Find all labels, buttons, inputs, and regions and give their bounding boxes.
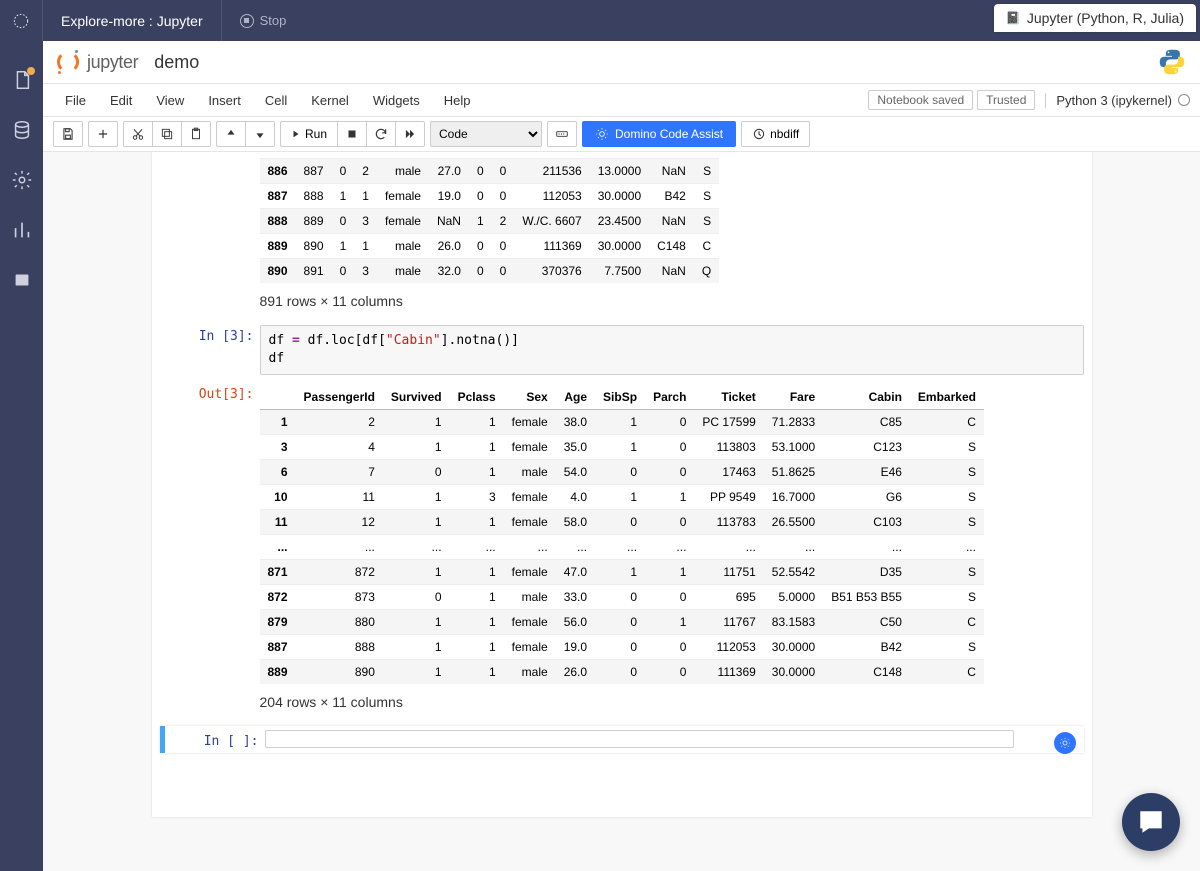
restart-button[interactable] xyxy=(366,121,396,147)
doc-icon[interactable] xyxy=(11,269,33,291)
kernel-indicator[interactable]: Python 3 (ipykernel) xyxy=(1045,93,1190,108)
domino-logo-icon[interactable] xyxy=(0,0,43,41)
settings-icon[interactable] xyxy=(11,169,33,191)
cell-type-select[interactable]: Code xyxy=(430,121,542,147)
input-prompt-empty: In [ ]: xyxy=(165,730,265,749)
move-up-button[interactable] xyxy=(216,121,246,147)
output-cell-prev: 88688702male27.00021153613.0000NaNS88788… xyxy=(152,152,1092,321)
insert-below-button[interactable] xyxy=(88,121,118,147)
dataframe-summary-1: 891 rows × 11 columns xyxy=(260,293,1084,309)
table-row: 88888903femaleNaN12W./C. 660723.4500NaNS xyxy=(260,209,720,234)
files-icon[interactable] xyxy=(11,69,33,91)
dataframe-table-1: 88688702male27.00021153613.0000NaNS88788… xyxy=(260,158,720,283)
workspace-tab[interactable]: Explore-more : Jupyter xyxy=(43,0,222,41)
command-palette-button[interactable] xyxy=(547,121,577,147)
database-icon[interactable] xyxy=(11,119,33,141)
menu-file[interactable]: File xyxy=(53,89,98,112)
table-row: 111211female58.00011378326.5500C103S xyxy=(260,510,984,535)
code-input-empty[interactable] xyxy=(265,730,1014,748)
cut-button[interactable] xyxy=(123,121,153,147)
output-prompt-3: Out[3]: xyxy=(160,383,260,718)
table-row: 89089103male32.0003703767.7500NaNQ xyxy=(260,259,720,284)
paste-button[interactable] xyxy=(181,121,211,147)
kernel-status-icon xyxy=(1178,94,1190,106)
menu-kernel[interactable]: Kernel xyxy=(299,89,361,112)
analytics-icon[interactable] xyxy=(11,219,33,241)
topbar: Explore-more : Jupyter Stop 📓 Jupyter (P… xyxy=(0,0,1200,41)
table-row: 88788811female19.00011205330.0000B42S xyxy=(260,184,720,209)
stop-button[interactable]: Stop xyxy=(222,13,305,28)
menubar: File Edit View Insert Cell Kernel Widget… xyxy=(43,84,1200,117)
interrupt-button[interactable] xyxy=(337,121,367,147)
menu-help[interactable]: Help xyxy=(432,89,483,112)
jupyter-header: jupyter demo xyxy=(43,41,1200,84)
nbdiff-button[interactable]: nbdiff xyxy=(741,121,810,147)
workspace-title: Explore-more : Jupyter xyxy=(61,13,203,29)
output-cell-3: Out[3]: PassengerIdSurvivedPclassSexAgeS… xyxy=(152,379,1092,722)
dataframe-table-2: PassengerIdSurvivedPclassSexAgeSibSpParc… xyxy=(260,385,984,684)
app-chip-label: Jupyter (Python, R, Julia) xyxy=(1027,10,1184,26)
dataframe-summary-2: 204 rows × 11 columns xyxy=(260,694,1084,710)
stop-label: Stop xyxy=(260,13,287,28)
menu-edit[interactable]: Edit xyxy=(98,89,144,112)
table-row: 88688702male27.00021153613.0000NaNS xyxy=(260,159,720,184)
table-row: 87287301male33.0006955.0000B51 B53 B55S xyxy=(260,585,984,610)
menu-cell[interactable]: Cell xyxy=(253,89,299,112)
domino-code-assist-button[interactable]: Domino Code Assist xyxy=(582,121,736,147)
menu-insert[interactable]: Insert xyxy=(196,89,253,112)
code-cell-empty[interactable]: In [ ]: xyxy=(160,726,1084,753)
notebook-name[interactable]: demo xyxy=(154,52,199,73)
notification-dot xyxy=(27,67,35,75)
input-prompt-3: In [3]: xyxy=(160,325,260,375)
kernel-name: Python 3 (ipykernel) xyxy=(1056,93,1172,108)
menu-widgets[interactable]: Widgets xyxy=(361,89,432,112)
table-row: 3411female35.01011380353.1000C123S xyxy=(260,435,984,460)
jupyter-logo-icon xyxy=(57,51,79,73)
python-icon xyxy=(1158,48,1186,76)
assist-badge-icon[interactable] xyxy=(1054,732,1076,754)
jupyter-logo[interactable]: jupyter xyxy=(57,51,138,73)
table-row: 88989011male26.00011136930.0000C148C xyxy=(260,660,984,685)
copy-button[interactable] xyxy=(152,121,182,147)
notebook-content[interactable]: 88688702male27.00021153613.0000NaNS88788… xyxy=(43,152,1200,871)
table-row: 87988011female56.0011176783.1583C50C xyxy=(260,610,984,635)
restart-run-all-button[interactable] xyxy=(395,121,425,147)
table-row: .................................... xyxy=(260,535,984,560)
table-row: 6701male54.0001746351.8625E46S xyxy=(260,460,984,485)
stop-icon xyxy=(240,14,254,28)
notebook-saved-pill: Notebook saved xyxy=(868,90,973,110)
table-row: 1211female38.010PC 1759971.2833C85C xyxy=(260,410,984,435)
table-row: 101113female4.011PP 954916.7000G6S xyxy=(260,485,984,510)
left-rail xyxy=(0,41,43,871)
code-cell-3[interactable]: In [3]: df = df.loc[df["Cabin"].notna()]… xyxy=(152,321,1092,379)
table-header: PassengerIdSurvivedPclassSexAgeSibSpParc… xyxy=(260,385,984,410)
code-input-3[interactable]: df = df.loc[df["Cabin"].notna()] df xyxy=(260,325,1084,375)
menu-view[interactable]: View xyxy=(144,89,196,112)
table-row: 87187211female47.0111175152.5542D35S xyxy=(260,560,984,585)
intercom-button[interactable] xyxy=(1122,793,1180,851)
toolbar: Run Code Domino Code Assist nbdiff xyxy=(43,117,1200,152)
trusted-pill[interactable]: Trusted xyxy=(977,90,1035,110)
jupyter-tiny-icon: 📓 xyxy=(1006,11,1021,25)
table-row: 88788811female19.00011205330.0000B42S xyxy=(260,635,984,660)
table-row: 88989011male26.00011136930.0000C148C xyxy=(260,234,720,259)
save-button[interactable] xyxy=(53,121,83,147)
app-chip[interactable]: 📓 Jupyter (Python, R, Julia) xyxy=(994,4,1196,32)
jupyter-word: jupyter xyxy=(87,52,138,73)
run-button[interactable]: Run xyxy=(280,121,338,147)
move-down-button[interactable] xyxy=(245,121,275,147)
